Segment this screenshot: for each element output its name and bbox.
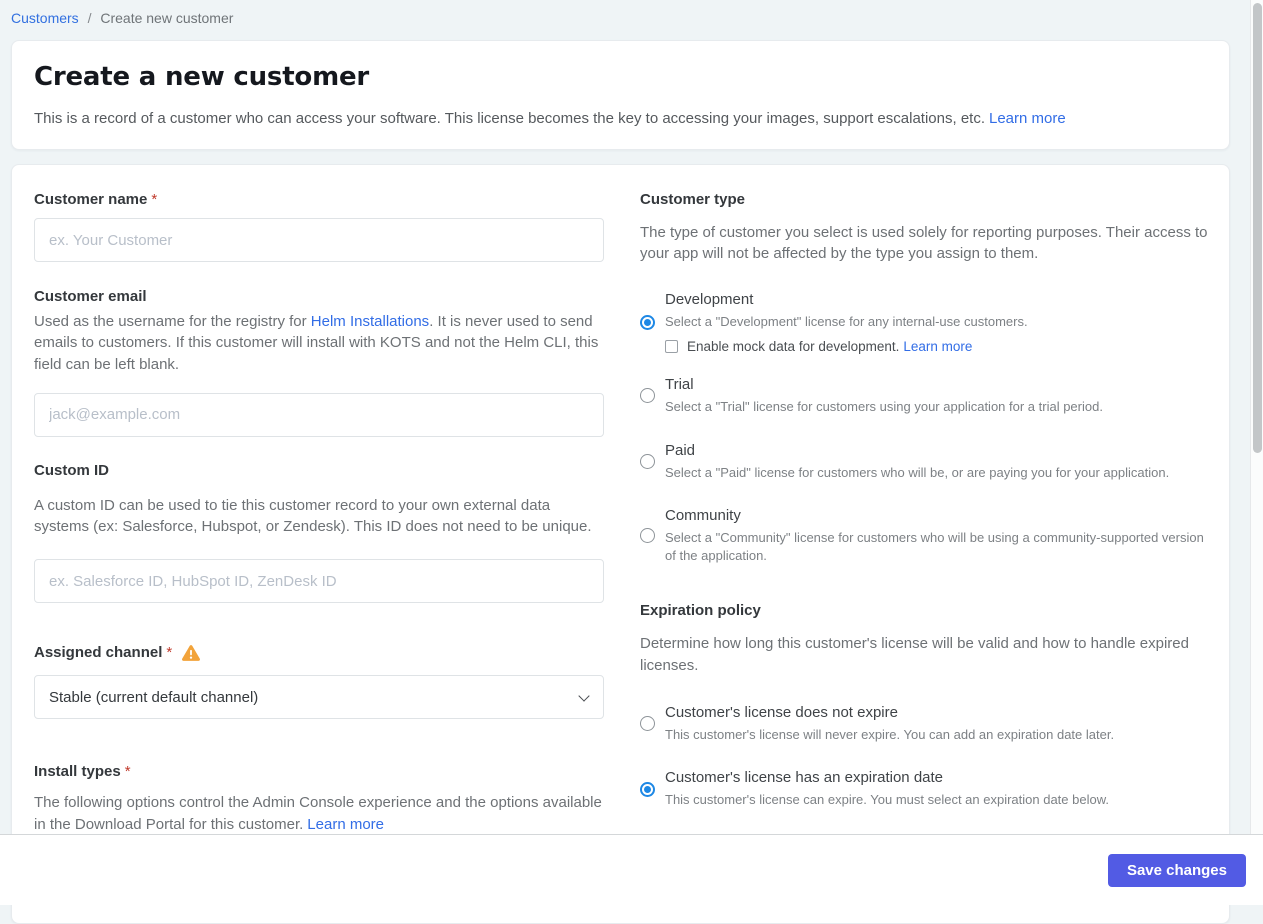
customer-email-field-group: Customer email Used as the username for … <box>34 288 604 437</box>
custom-id-label: Custom ID <box>34 461 109 479</box>
mock-data-checkbox-label: Enable mock data for development. Learn m… <box>687 339 972 354</box>
mock-data-checkbox[interactable] <box>665 340 678 354</box>
form-card: Customer name* Customer email Used as th… <box>11 164 1230 924</box>
page-description: This is a record of a customer who can a… <box>34 108 1207 129</box>
assigned-channel-field-group: Assigned channel * Stable (current defaul… <box>34 644 604 720</box>
customer-type-option-development[interactable]: Development Select a "Development" licen… <box>640 290 1210 354</box>
customer-name-field-group: Customer name * <box>34 191 604 262</box>
community-radio[interactable] <box>640 528 655 544</box>
breadcrumb-separator: / <box>87 10 92 26</box>
customer-name-input[interactable] <box>34 218 604 262</box>
paid-radio[interactable] <box>640 453 655 469</box>
form-left-column: Customer name* Customer email Used as th… <box>34 191 604 863</box>
no-expire-option-text: Customer's license does not expire This … <box>665 704 1114 744</box>
trial-option-title: Trial <box>665 376 694 394</box>
trial-option-text: Trial Select a "Trial" license for custo… <box>665 376 1103 416</box>
has-expiration-radio[interactable] <box>640 781 655 797</box>
has-expiration-option-text: Customer's license has an expiration dat… <box>665 769 1109 809</box>
community-option-title: Community <box>665 507 741 525</box>
form-right-column: Customer type The type of customer you s… <box>640 191 1210 863</box>
paid-option-title: Paid <box>665 441 696 459</box>
assigned-channel-required-asterisk: * <box>166 644 173 662</box>
paid-option-description: Select a "Paid" license for customers wh… <box>665 464 1170 480</box>
mock-data-checkbox-row: Enable mock data for development. Learn m… <box>665 339 1028 354</box>
custom-id-description: A custom ID can be used to tie this cust… <box>34 496 592 536</box>
development-option-text: Development Select a "Development" licen… <box>665 290 1028 354</box>
customer-type-option-paid[interactable]: Paid Select a "Paid" license for custome… <box>640 442 1210 482</box>
customer-email-input[interactable] <box>34 392 604 437</box>
save-changes-button[interactable]: Save changes <box>1107 853 1246 887</box>
header-learn-more-link[interactable]: Learn more <box>989 110 1066 127</box>
mock-data-label-text: Enable mock data for development. <box>687 339 900 355</box>
customer-name-label: Customer name <box>34 191 148 208</box>
install-types-description: The following options control the Admin … <box>34 792 604 835</box>
scrollbar-thumb[interactable] <box>1253 3 1262 453</box>
community-option-description: Select a "Community" license for custome… <box>665 530 1204 563</box>
has-expiration-option-description: This customer's license can expire. You … <box>665 792 1109 808</box>
trial-radio[interactable] <box>640 388 655 404</box>
breadcrumb-customers-link[interactable]: Customers <box>11 10 79 26</box>
install-types-label: Install types <box>34 763 121 781</box>
page-title: Create a new customer <box>34 62 370 92</box>
expiration-policy-label: Expiration policy <box>640 602 761 620</box>
customer-type-description: The type of customer you select is used … <box>640 224 1208 263</box>
assigned-channel-select[interactable]: Stable (current default channel) <box>34 675 604 720</box>
expiration-option-has-date[interactable]: Customer's license has an expiration dat… <box>640 769 1210 809</box>
development-radio[interactable] <box>640 314 655 330</box>
customer-type-label: Customer type <box>640 191 746 208</box>
custom-id-field-group: Custom ID A custom ID can be used to tie… <box>34 462 604 604</box>
warning-icon <box>182 645 201 661</box>
breadcrumb-current: Create new customer <box>100 10 234 26</box>
install-types-required-asterisk: * <box>124 763 131 781</box>
development-option-description: Select a "Development" license for any i… <box>665 313 1028 329</box>
page-content: Customers / Create new customer Create a… <box>11 0 1230 924</box>
expiration-policy-description: Determine how long this customer's licen… <box>640 635 1189 674</box>
trial-option-description: Select a "Trial" license for customers u… <box>665 399 1103 415</box>
helm-installations-link[interactable]: Helm Installations <box>311 313 429 330</box>
no-expire-option-title: Customer's license does not expire <box>665 703 898 721</box>
customer-type-option-trial[interactable]: Trial Select a "Trial" license for custo… <box>640 376 1210 416</box>
page-description-text: This is a record of a customer who can a… <box>34 110 985 127</box>
customer-email-description: Used as the username for the registry fo… <box>34 311 604 375</box>
install-types-learn-more-link[interactable]: Learn more <box>307 816 384 833</box>
customer-type-option-community[interactable]: Community Select a "Community" license f… <box>640 507 1210 564</box>
vertical-scrollbar[interactable] <box>1250 0 1263 834</box>
install-types-field-group: Install types * The following options con… <box>34 763 604 835</box>
footer-bar: Save changes <box>0 834 1263 905</box>
customer-email-desc-text1: Used as the username for the registry fo… <box>34 313 311 330</box>
paid-option-text: Paid Select a "Paid" license for custome… <box>665 442 1169 482</box>
custom-id-input[interactable] <box>34 559 604 604</box>
mock-data-learn-more-link[interactable]: Learn more <box>903 339 972 354</box>
no-expire-option-description: This customer's license will never expir… <box>665 726 1115 742</box>
community-option-text: Community Select a "Community" license f… <box>665 507 1210 564</box>
development-option-title: Development <box>665 290 754 308</box>
no-expire-radio[interactable] <box>640 716 655 732</box>
breadcrumb: Customers / Create new customer <box>11 0 1230 26</box>
customer-email-label: Customer email <box>34 288 147 305</box>
header-card: Create a new customer This is a record o… <box>11 40 1230 150</box>
assigned-channel-label: Assigned channel <box>34 644 163 662</box>
customer-name-required-asterisk: * <box>151 191 158 208</box>
has-expiration-option-title: Customer's license has an expiration dat… <box>665 769 944 787</box>
expiration-option-no-expire[interactable]: Customer's license does not expire This … <box>640 704 1210 744</box>
